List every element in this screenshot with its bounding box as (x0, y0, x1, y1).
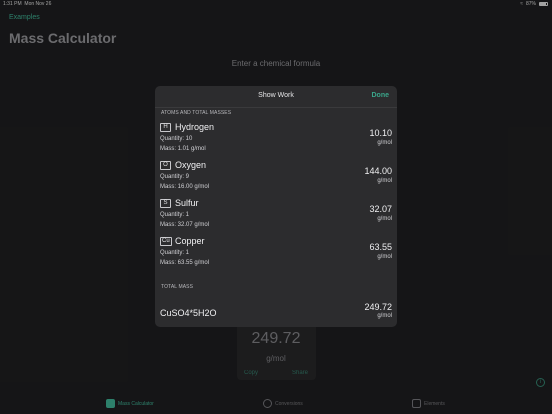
total-formula: CuSO4*5H2O (160, 308, 217, 318)
element-quantity: Quantity: 9 (160, 174, 190, 180)
element-total-unit: g/mol (377, 178, 392, 184)
element-quantity: Quantity: 10 (160, 136, 193, 142)
show-work-modal: Show Work Done ATOMS AND TOTAL MASSES H … (155, 86, 397, 327)
total-mass-value: 249.72 (364, 302, 392, 312)
done-button[interactable]: Done (372, 92, 390, 99)
element-name: Hydrogen (175, 122, 215, 132)
element-mass: Mass: 32.07 g/mol (160, 222, 210, 228)
element-name: Copper (175, 236, 205, 246)
element-symbol: Cu (160, 237, 172, 246)
element-quantity: Quantity: 1 (160, 250, 190, 256)
element-symbol: S (160, 199, 171, 208)
section-header-total: TOTAL MASS (161, 284, 194, 290)
element-symbol: O (160, 161, 171, 170)
element-total-unit: g/mol (377, 140, 392, 146)
element-symbol: H (160, 123, 171, 132)
total-mass-unit: g/mol (377, 313, 392, 319)
element-total-unit: g/mol (377, 216, 392, 222)
atom-row-hydrogen: H Hydrogen Quantity: 10 Mass: 1.01 g/mol… (155, 122, 397, 161)
element-total: 10.10 (369, 128, 392, 138)
section-header-atoms: ATOMS AND TOTAL MASSES (161, 110, 232, 116)
element-total: 144.00 (364, 166, 392, 176)
modal-header: Show Work Done (155, 86, 397, 108)
modal-title: Show Work (258, 92, 294, 99)
atom-row-oxygen: O Oxygen Quantity: 9 Mass: 16.00 g/mol 1… (155, 160, 397, 199)
element-name: Oxygen (175, 160, 207, 170)
atom-row-copper: Cu Copper Quantity: 1 Mass: 63.55 g/mol … (155, 236, 397, 275)
element-total: 63.55 (369, 242, 392, 252)
element-quantity: Quantity: 1 (160, 212, 190, 218)
element-total: 32.07 (369, 204, 392, 214)
atom-row-sulfur: S Sulfur Quantity: 1 Mass: 32.07 g/mol 3… (155, 198, 397, 237)
element-name: Sulfur (175, 198, 199, 208)
element-mass: Mass: 16.00 g/mol (160, 184, 210, 190)
element-mass: Mass: 1.01 g/mol (160, 146, 206, 152)
element-total-unit: g/mol (377, 254, 392, 260)
element-mass: Mass: 63.55 g/mol (160, 260, 210, 266)
